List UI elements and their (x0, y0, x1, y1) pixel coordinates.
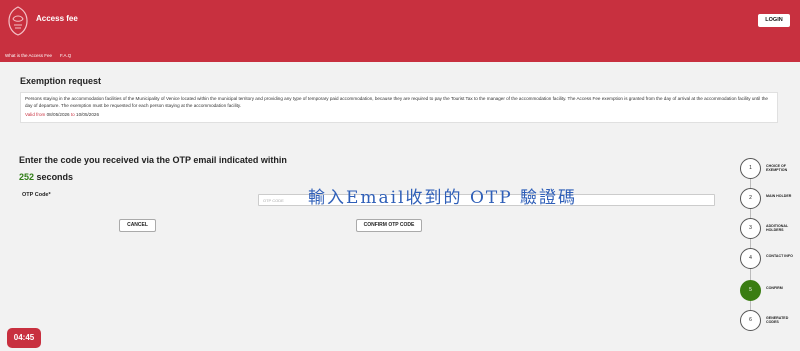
session-timer: 04:45 (7, 328, 41, 348)
info-card: Persons staying in the accommodation fac… (20, 92, 778, 123)
valid-from-date: 08/05/2026 (46, 112, 70, 117)
venice-crest-icon (8, 6, 28, 36)
step-label: CONFIRM (766, 286, 783, 290)
step-label: MAIN HOLDER (766, 194, 792, 198)
step-6: 6 GENERATED CODES (740, 310, 800, 331)
cancel-button[interactable]: CANCEL (119, 219, 156, 232)
page-title: Exemption request (20, 76, 102, 86)
step-circle: 4 (740, 248, 761, 269)
seconds-countdown: 252 (19, 172, 35, 182)
confirm-otp-button[interactable]: CONFIRM OTP CODE (356, 219, 422, 232)
valid-from-label: Valid from (25, 112, 46, 117)
step-label: ADDITIONAL HOLDERS (766, 224, 789, 233)
step-5: 5 CONFIRM (740, 280, 800, 301)
app-title: Access fee (36, 14, 78, 23)
step-label: GENERATED CODES (766, 316, 789, 325)
step-3: 3 ADDITIONAL HOLDERS (740, 218, 800, 239)
step-circle: 2 (740, 188, 761, 209)
step-label: CHOICE OF EXEMPTION (766, 164, 788, 173)
step-4: 4 CONTACT INFO (740, 248, 800, 269)
step-2: 2 MAIN HOLDER (740, 188, 800, 209)
otp-heading: Enter the code you received via the OTP … (19, 155, 287, 182)
valid-to-label: to (70, 112, 75, 117)
step-label: CONTACT INFO (766, 254, 793, 258)
info-description: Persons staying in the accommodation fac… (25, 96, 768, 108)
validity-period: Valid from 08/05/2026 to 10/05/2026 (25, 112, 99, 117)
valid-to-date: 10/05/2026 (76, 112, 100, 117)
step-circle: 3 (740, 218, 761, 239)
step-1: 1 CHOICE OF EXEMPTION (740, 158, 800, 179)
step-circle: 5 (740, 280, 761, 301)
step-circle: 1 (740, 158, 761, 179)
otp-code-label: OTP Code* (22, 192, 51, 198)
step-circle: 6 (740, 310, 761, 331)
top-nav: What is the Access Fee F.A.Q (5, 53, 71, 58)
header-bar: Access fee LOGIN What is the Access Fee … (0, 0, 800, 62)
nav-link-faq[interactable]: F.A.Q (60, 53, 71, 58)
nav-link-what-is[interactable]: What is the Access Fee (5, 53, 52, 58)
login-button[interactable]: LOGIN (758, 14, 790, 27)
annotation-overlay: 輸入Email收到的 OTP 驗證碼 (308, 188, 578, 208)
